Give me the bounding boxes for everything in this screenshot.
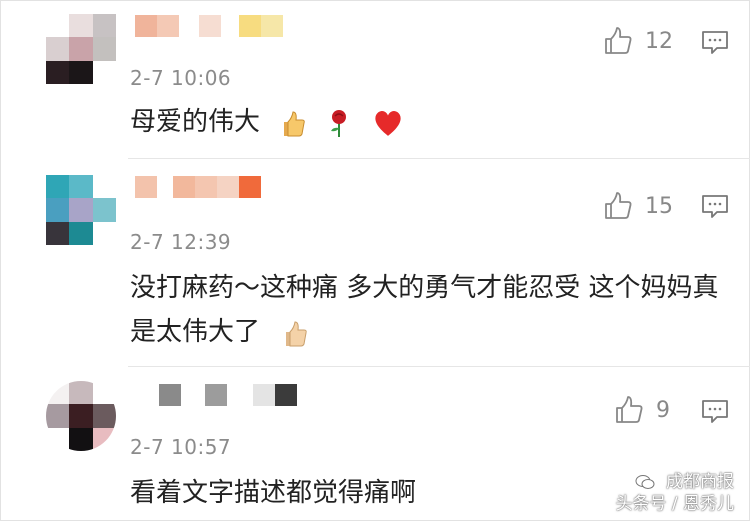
rose-emoji <box>330 109 346 137</box>
comment-text-content: 母爱的伟大 <box>130 107 261 137</box>
like-count: 9 <box>656 397 670 423</box>
thumbs-up-icon <box>605 27 632 54</box>
comment-text: 没打麻药～这种痛 多大的勇气才能忍受 这个妈妈真是太伟大了 <box>130 266 730 354</box>
watermark-source: 成都商报 <box>666 472 734 492</box>
wechat-icon <box>635 475 655 489</box>
comment-time: 2-7 12:39 <box>130 230 232 254</box>
avatar[interactable] <box>46 381 116 451</box>
avatar[interactable] <box>46 175 116 245</box>
watermark: 成都商报 头条号 / 恩秀儿 <box>615 471 734 515</box>
like-count: 12 <box>645 28 673 54</box>
thumbs-up-emoji <box>284 110 306 136</box>
comment-item: 2-7 12:39 没打麻药～这种痛 多大的勇气才能忍受 这个妈妈真是太伟大了 … <box>0 159 750 366</box>
username-masked[interactable] <box>135 384 297 406</box>
comment-text-content: 看着文字描述都觉得痛啊 <box>130 478 417 508</box>
comment-time: 2-7 10:57 <box>130 435 232 459</box>
comment-text: 母爱的伟大 <box>130 100 730 144</box>
thumbs-up-icon <box>605 192 632 219</box>
heart-emoji <box>375 110 401 136</box>
username-masked[interactable] <box>135 176 261 198</box>
like-button[interactable]: 15 <box>603 191 673 221</box>
avatar[interactable] <box>46 14 116 84</box>
like-count: 15 <box>645 193 673 219</box>
watermark-account: 头条号 / 恩秀儿 <box>615 494 734 514</box>
comment-time: 2-7 10:06 <box>130 66 232 90</box>
username-masked[interactable] <box>135 15 283 37</box>
reply-icon[interactable] <box>701 30 729 56</box>
comment-item: 2-7 10:06 母爱的伟大 12 <box>0 0 750 158</box>
like-button[interactable]: 9 <box>614 395 670 425</box>
reply-icon[interactable] <box>701 194 729 220</box>
like-button[interactable]: 12 <box>603 26 673 56</box>
thumbs-up-icon <box>616 396 643 423</box>
comment-text-content: 没打麻药～这种痛 多大的勇气才能忍受 这个妈妈真是太伟大了 <box>130 273 719 347</box>
thumbs-up-emoji <box>286 320 308 346</box>
reply-icon[interactable] <box>701 399 729 425</box>
